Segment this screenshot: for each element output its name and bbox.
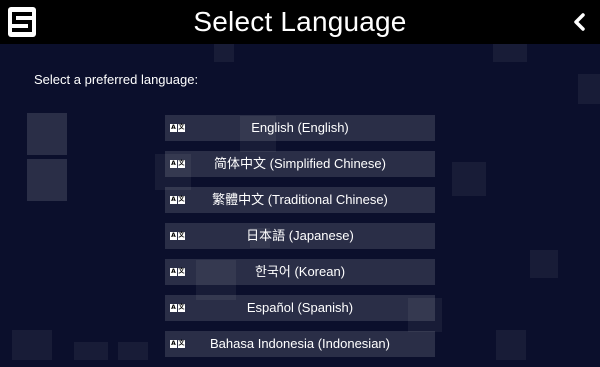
language-label: 简体中文 (Simplified Chinese) xyxy=(214,156,386,171)
header-bar: Select Language xyxy=(0,0,600,44)
language-label: Bahasa Indonesia (Indonesian) xyxy=(210,336,390,351)
page-title: Select Language xyxy=(193,6,407,37)
decorative-square xyxy=(27,159,67,201)
language-option-korean[interactable]: A文 한국어 (Korean) xyxy=(165,259,435,285)
language-list: A文 English (English) A文 简体中文 (Simplified… xyxy=(165,115,435,367)
decorative-square xyxy=(530,250,558,278)
language-option-spanish[interactable]: A文 Español (Spanish) xyxy=(165,295,435,321)
chevron-left-icon xyxy=(574,13,585,31)
language-option-english[interactable]: A文 English (English) xyxy=(165,115,435,141)
language-label: English (English) xyxy=(251,120,349,135)
decorative-square xyxy=(578,74,600,104)
decorative-square xyxy=(118,342,148,360)
decorative-square xyxy=(27,113,67,155)
decorative-square xyxy=(452,162,486,196)
language-option-simplified-chinese[interactable]: A文 简体中文 (Simplified Chinese) xyxy=(165,151,435,177)
language-option-traditional-chinese[interactable]: A文 繁體中文 (Traditional Chinese) xyxy=(165,187,435,213)
language-option-japanese[interactable]: A文 日本語 (Japanese) xyxy=(165,223,435,249)
language-label: 繁體中文 (Traditional Chinese) xyxy=(212,192,388,207)
language-prompt: Select a preferred language: xyxy=(34,72,199,87)
decorative-square xyxy=(214,44,234,62)
back-button[interactable] xyxy=(566,9,592,35)
language-option-indonesian[interactable]: A文 Bahasa Indonesia (Indonesian) xyxy=(165,331,435,357)
decorative-square xyxy=(12,330,52,360)
decorative-square xyxy=(496,330,526,360)
language-label: 한국어 (Korean) xyxy=(254,264,346,279)
language-label: Español (Spanish) xyxy=(246,300,354,315)
language-label: 日本語 (Japanese) xyxy=(246,228,354,243)
decorative-square xyxy=(74,342,108,360)
decorative-square xyxy=(493,44,527,62)
